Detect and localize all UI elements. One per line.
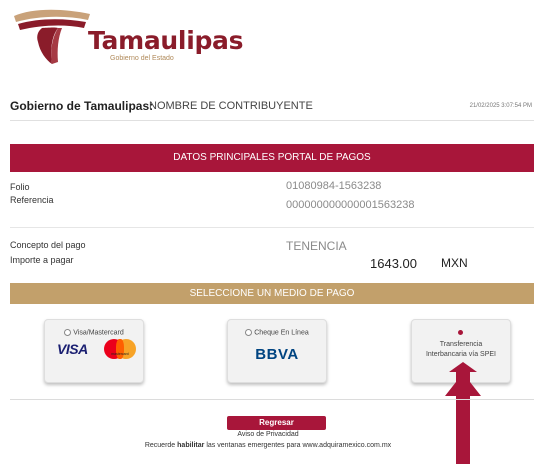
radio-icon[interactable] xyxy=(64,329,72,336)
org-label: Gobierno de Tamaulipas: xyxy=(10,99,154,113)
privacy-link[interactable]: Aviso de Privacidad xyxy=(0,431,536,438)
bbva-logo: BBVA xyxy=(255,346,299,363)
back-button[interactable]: Regresar xyxy=(227,416,326,430)
brand-subtitle: Gobierno del Estado xyxy=(110,55,174,62)
brand-name: Tamaulipas xyxy=(88,26,244,55)
section-title-main: DATOS PRINCIPALES PORTAL DE PAGOS xyxy=(10,144,534,172)
payment-option-label: Visa/Mastercard xyxy=(45,329,143,336)
popup-note: Recuerde habilitar las ventanas emergent… xyxy=(144,442,392,449)
taxpayer-name: NOMBRE DE CONTRIBUYENTE xyxy=(149,100,313,112)
folio-value: 01080984-1563238 xyxy=(286,180,382,192)
brand-logo: Tamaulipas Gobierno del Estado xyxy=(12,6,244,68)
reference-value: 000000000000001563238 xyxy=(286,199,415,211)
radio-icon[interactable] xyxy=(245,329,253,336)
tamaulipas-logo-icon xyxy=(14,9,90,64)
timestamp: 21/02/2025 3:07:54 PM xyxy=(469,103,532,109)
concept-label: Concepto del pago xyxy=(10,240,86,250)
payment-option-label: Cheque En Línea xyxy=(228,329,326,336)
visa-logo: VISA xyxy=(57,341,88,357)
reference-label: Referencia xyxy=(10,195,54,205)
radio-selected-icon[interactable] xyxy=(458,330,463,335)
footer-divider xyxy=(10,399,534,400)
payment-option-bbva[interactable]: Cheque En Línea BBVA xyxy=(227,319,327,383)
currency-label: MXN xyxy=(441,256,468,270)
amount-value: 1643.00 xyxy=(370,256,417,271)
amount-label: Importe a pagar xyxy=(10,255,74,265)
section-title-payment: SELECCIONE UN MEDIO DE PAGO xyxy=(10,283,534,304)
folio-label: Folio xyxy=(10,182,30,192)
payment-option-card[interactable]: Visa/Mastercard VISA mastercard xyxy=(44,319,144,383)
payment-option-label: Transferencia Interbancaria vía SPEI xyxy=(425,341,497,358)
header-row: Gobierno de Tamaulipas: NOMBRE DE CONTRI… xyxy=(10,96,534,121)
mastercard-icon: mastercard xyxy=(104,339,136,359)
divider xyxy=(10,227,534,228)
concept-value: TENENCIA xyxy=(286,239,347,253)
mastercard-text: mastercard xyxy=(111,352,129,356)
